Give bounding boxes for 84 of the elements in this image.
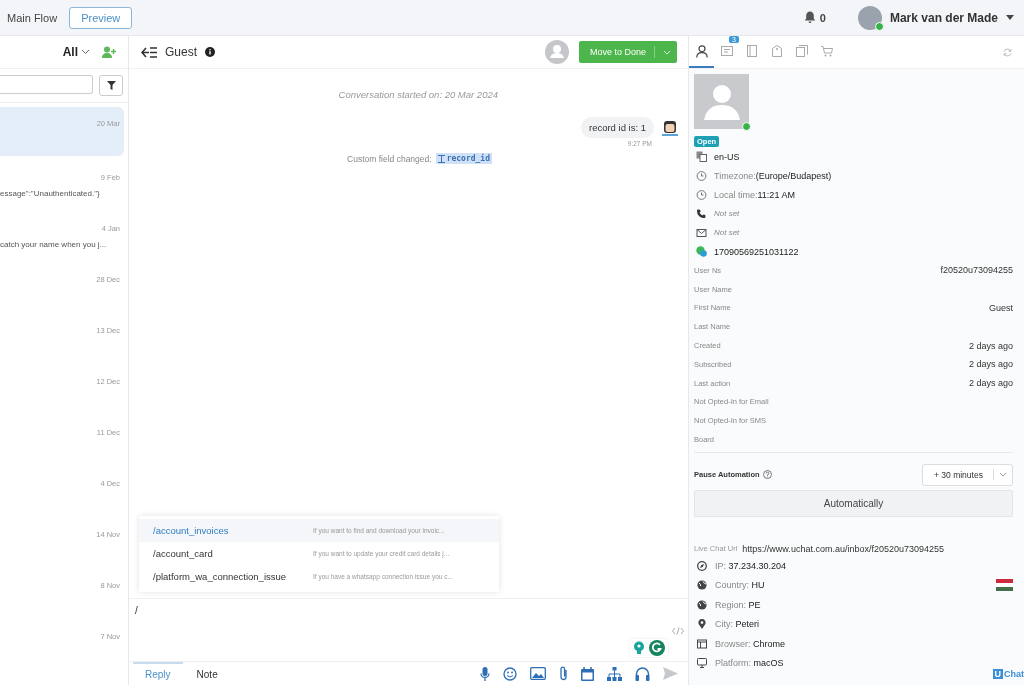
pin-icon (697, 619, 707, 630)
id-card-icon (720, 46, 733, 56)
filter-icon (106, 81, 116, 90)
translate-icon (696, 151, 707, 162)
visitor-info-text: City: Peteri (715, 619, 759, 630)
event-note: Custom field changed: (347, 153, 432, 164)
help-icon[interactable] (762, 470, 772, 480)
caret-icon[interactable] (1006, 15, 1014, 20)
contact-name: Guest (165, 45, 197, 59)
field-value: 2 days ago (968, 378, 1013, 389)
calendar-icon[interactable] (581, 666, 594, 681)
info-icon[interactable] (205, 47, 215, 57)
flag-icon (996, 579, 1013, 592)
lightbulb-icon[interactable] (633, 641, 645, 655)
field-value: f20520u73094255 (940, 265, 1013, 276)
contact-avatar (694, 74, 749, 129)
duration-dropdown[interactable]: + 30 minutes (922, 463, 1013, 486)
visitor-info-text: Region: PE (715, 599, 761, 610)
clock-icon (696, 170, 707, 181)
monitor-icon (697, 658, 707, 669)
code-icon[interactable] (672, 627, 684, 635)
tag-icon (771, 45, 782, 57)
message-bubble: record id is: 1 (580, 117, 654, 138)
emoji-icon[interactable] (503, 666, 517, 681)
visitor-info-text: IP: 37.234.30.204 (715, 560, 787, 571)
paperclip-icon[interactable] (559, 666, 568, 681)
preview-button[interactable]: Preview (69, 6, 133, 29)
browser-window-icon (697, 638, 707, 649)
collapse-icon[interactable] (141, 46, 157, 58)
refresh-icon[interactable] (1003, 47, 1012, 57)
globe-icon (697, 599, 707, 610)
flow-name: Main Flow (7, 11, 58, 24)
contact-info-text: Local time:11:21 AM (714, 189, 795, 200)
visitor-info-text: Platform: macOS (715, 658, 784, 669)
field-value: 2 days ago (968, 359, 1013, 370)
bell-icon[interactable] (803, 11, 816, 24)
chevron-down-icon[interactable] (999, 472, 1007, 478)
copy-icon (795, 45, 808, 57)
filter-button[interactable] (99, 75, 123, 96)
compass-icon (697, 560, 707, 571)
field-tag: record_id (435, 153, 492, 164)
automatically-button[interactable]: Automatically (694, 489, 1013, 517)
add-user-icon[interactable] (102, 45, 116, 59)
text-cursor-icon (437, 154, 445, 163)
image-icon[interactable] (530, 667, 546, 680)
contact-info-text: Not set (714, 209, 740, 218)
envelope-icon (696, 228, 707, 237)
cart-icon (820, 45, 833, 57)
user-name[interactable]: Mark van der Made (889, 10, 998, 25)
visitor-info-text: Country: HU (715, 580, 765, 591)
conversation-preview: catch your name when you j... (0, 240, 107, 249)
bot-avatar-icon (662, 119, 678, 136)
globe-icon (697, 580, 707, 591)
search-field[interactable] (0, 75, 93, 94)
grammar-g-icon[interactable] (649, 640, 665, 656)
assignee-avatar-icon[interactable] (544, 40, 569, 64)
filter-dropdown[interactable]: All (62, 45, 90, 59)
sitemap-icon[interactable] (607, 666, 622, 681)
visitor-info-text: Browser: Chrome (715, 638, 786, 649)
field-value: Guest (989, 303, 1013, 313)
field-value: 2 days ago (968, 340, 1013, 351)
composer-tab[interactable]: Note (184, 662, 230, 685)
chevron-down-icon (81, 49, 90, 55)
contact-info-text: Not set (714, 228, 740, 237)
user-avatar[interactable] (857, 5, 882, 30)
microphone-icon[interactable] (480, 666, 490, 681)
conversation-preview: essage":"Unauthenticated."} (0, 189, 100, 198)
person-icon (695, 44, 708, 58)
book-icon (746, 45, 757, 57)
phone-icon (696, 209, 707, 218)
contact-info-text: en-US (714, 151, 740, 162)
contact-info-text: Timezone:(Europe/Budapest) (714, 170, 832, 181)
send-icon[interactable] (663, 667, 678, 680)
chat-bubbles-icon (696, 246, 707, 257)
clock-icon (696, 189, 707, 200)
composer-tab[interactable]: Reply (133, 662, 183, 685)
headset-icon[interactable] (635, 666, 650, 681)
message-input[interactable]: / (129, 598, 688, 661)
conversation-start-note: Conversation started on: 20 Mar 2024 (337, 89, 499, 100)
move-to-done-button[interactable]: Move to Done (578, 41, 677, 63)
brand-logo[interactable]: U Chat (992, 669, 1024, 679)
contact-info-text: 17090569251031122 (714, 246, 799, 257)
notification-count: 0 (819, 11, 826, 24)
live-chat-url[interactable]: https://www.uchat.com.au/inbox/f20520u73094255 (742, 543, 944, 554)
